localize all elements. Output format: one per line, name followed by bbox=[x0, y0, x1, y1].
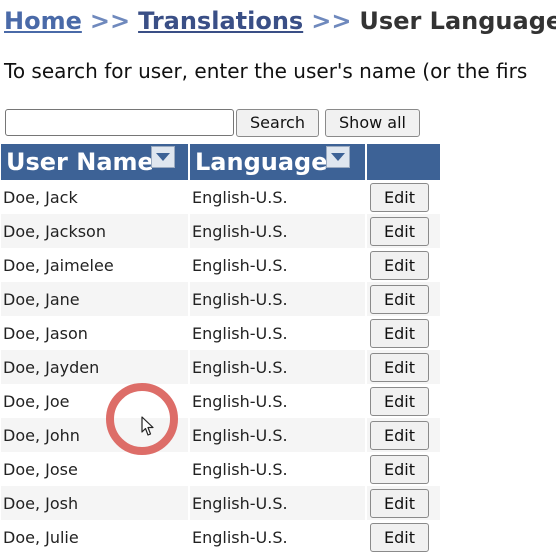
user-name-cell: Doe, John bbox=[1, 418, 190, 452]
user-languages-table: User Name Language Doe, Jack English-U.S.… bbox=[1, 144, 440, 554]
actions-cell: Edit bbox=[366, 316, 440, 350]
user-name-cell: Doe, Josh bbox=[1, 486, 190, 520]
actions-cell: Edit bbox=[366, 486, 440, 520]
actions-cell: Edit bbox=[366, 384, 440, 418]
actions-cell: Edit bbox=[366, 180, 440, 214]
language-cell: English-U.S. bbox=[189, 248, 367, 282]
language-cell: English-U.S. bbox=[189, 452, 367, 486]
language-cell: English-U.S. bbox=[189, 282, 367, 316]
edit-button[interactable]: Edit bbox=[370, 182, 429, 212]
edit-button[interactable]: Edit bbox=[370, 488, 429, 518]
language-cell: English-U.S. bbox=[189, 384, 367, 418]
table-row: Doe, Jackson English-U.S. Edit bbox=[1, 214, 440, 248]
table-row: Doe, Jason English-U.S. Edit bbox=[1, 316, 440, 350]
actions-cell: Edit bbox=[366, 452, 440, 486]
user-name-cell: Doe, Jaimelee bbox=[1, 248, 190, 282]
language-cell: English-U.S. bbox=[189, 350, 367, 384]
table-row: Doe, Jane English-U.S. Edit bbox=[1, 282, 440, 316]
search-button[interactable]: Search bbox=[236, 109, 319, 137]
chevron-down-icon bbox=[156, 153, 170, 161]
breadcrumb-separator: >> bbox=[89, 7, 131, 35]
breadcrumb-home-link[interactable]: Home bbox=[4, 7, 82, 35]
actions-cell: Edit bbox=[366, 520, 440, 554]
user-name-cell: Doe, Jackson bbox=[1, 214, 190, 248]
table-row: Doe, John English-U.S. Edit bbox=[1, 418, 440, 452]
table-row: Doe, Jaimelee English-U.S. Edit bbox=[1, 248, 440, 282]
table-row: Doe, Joe English-U.S. Edit bbox=[1, 384, 440, 418]
language-cell: English-U.S. bbox=[189, 418, 367, 452]
actions-cell: Edit bbox=[366, 282, 440, 316]
table-row: Doe, Jose English-U.S. Edit bbox=[1, 452, 440, 486]
edit-button[interactable]: Edit bbox=[370, 454, 429, 484]
user-name-cell: Doe, Jayden bbox=[1, 350, 190, 384]
search-input[interactable] bbox=[5, 109, 234, 136]
column-header-user-name: User Name bbox=[1, 144, 190, 180]
table-header-row: User Name Language bbox=[1, 144, 440, 180]
table-row: Doe, Jack English-U.S. Edit bbox=[1, 180, 440, 214]
column-header-label: User Name bbox=[6, 148, 154, 176]
search-instructions: To search for user, enter the user's nam… bbox=[4, 59, 528, 83]
sort-language-button[interactable] bbox=[326, 146, 350, 168]
breadcrumb: Home >> Translations >> User Languages bbox=[4, 6, 556, 36]
column-header-language: Language bbox=[189, 144, 367, 180]
show-all-button[interactable]: Show all bbox=[325, 109, 420, 137]
table-row: Doe, Jayden English-U.S. Edit bbox=[1, 350, 440, 384]
sort-user-name-button[interactable] bbox=[151, 146, 175, 168]
language-cell: English-U.S. bbox=[189, 486, 367, 520]
chevron-down-icon bbox=[331, 153, 345, 161]
actions-cell: Edit bbox=[366, 418, 440, 452]
language-cell: English-U.S. bbox=[189, 520, 367, 554]
table-row: Doe, Julie English-U.S. Edit bbox=[1, 520, 440, 554]
user-name-cell: Doe, Jason bbox=[1, 316, 190, 350]
user-name-cell: Doe, Joe bbox=[1, 384, 190, 418]
language-cell: English-U.S. bbox=[189, 316, 367, 350]
breadcrumb-translations-link[interactable]: Translations bbox=[138, 7, 303, 35]
actions-cell: Edit bbox=[366, 350, 440, 384]
edit-button[interactable]: Edit bbox=[370, 352, 429, 382]
table-row: Doe, Josh English-U.S. Edit bbox=[1, 486, 440, 520]
edit-button[interactable]: Edit bbox=[370, 386, 429, 416]
actions-cell: Edit bbox=[366, 248, 440, 282]
language-cell: English-U.S. bbox=[189, 214, 367, 248]
page-title: User Languages bbox=[359, 7, 556, 35]
edit-button[interactable]: Edit bbox=[370, 522, 429, 552]
user-name-cell: Doe, Jose bbox=[1, 452, 190, 486]
edit-button[interactable]: Edit bbox=[370, 420, 429, 450]
edit-button[interactable]: Edit bbox=[370, 216, 429, 246]
user-name-cell: Doe, Jane bbox=[1, 282, 190, 316]
breadcrumb-separator: >> bbox=[311, 7, 352, 35]
edit-button[interactable]: Edit bbox=[370, 284, 429, 314]
user-name-cell: Doe, Julie bbox=[1, 520, 190, 554]
edit-button[interactable]: Edit bbox=[370, 318, 429, 348]
language-cell: English-U.S. bbox=[189, 180, 367, 214]
actions-cell: Edit bbox=[366, 214, 440, 248]
column-header-label: Language bbox=[195, 148, 328, 176]
edit-button[interactable]: Edit bbox=[370, 250, 429, 280]
column-header-actions bbox=[366, 144, 440, 180]
user-name-cell: Doe, Jack bbox=[1, 180, 190, 214]
